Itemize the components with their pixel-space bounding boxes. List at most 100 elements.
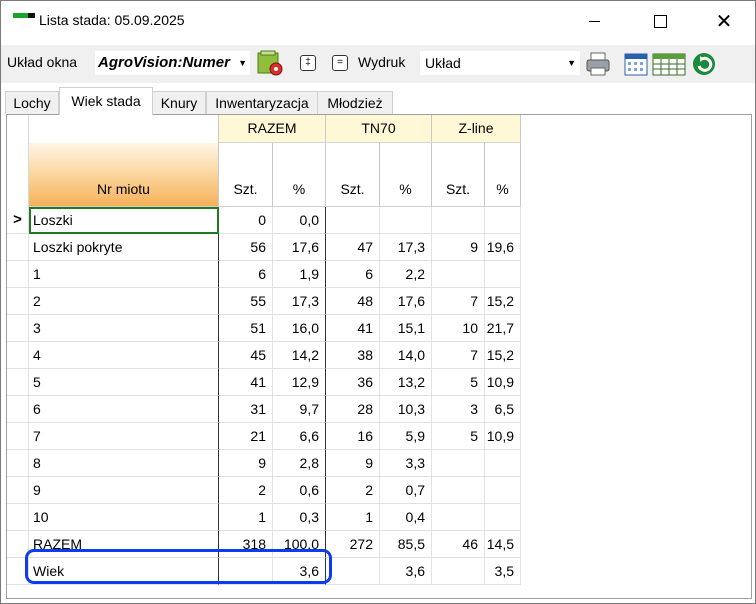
count-cell[interactable]: 48	[326, 288, 380, 315]
printer-icon[interactable]	[584, 50, 612, 78]
count-cell[interactable]: 7	[432, 342, 485, 369]
close-button[interactable]: ✕	[701, 6, 747, 36]
count-cell[interactable]: 7	[432, 288, 485, 315]
maximize-button[interactable]	[637, 6, 683, 36]
count-cell[interactable]: 41	[219, 369, 273, 396]
percent-cell[interactable]: 3,6	[380, 558, 432, 585]
table-grid-icon[interactable]	[652, 50, 686, 78]
count-cell[interactable]	[432, 207, 485, 234]
count-cell[interactable]: 3	[432, 396, 485, 423]
percent-cell[interactable]: 14,2	[273, 342, 326, 369]
row-label[interactable]: Loszki	[29, 207, 219, 234]
count-cell[interactable]: 38	[326, 342, 380, 369]
row-selector[interactable]: >	[7, 207, 29, 234]
percent-cell[interactable]: 15,2	[485, 288, 521, 315]
count-cell[interactable]: 45	[219, 342, 273, 369]
tab-mlodziez[interactable]: Młodzież	[317, 91, 393, 114]
percent-cell[interactable]: 17,6	[273, 234, 326, 261]
count-cell[interactable]	[432, 477, 485, 504]
row-label[interactable]: 5	[29, 369, 219, 396]
percent-cell[interactable]: 17,3	[273, 288, 326, 315]
count-cell[interactable]: 56	[219, 234, 273, 261]
count-cell[interactable]: 55	[219, 288, 273, 315]
row-selector[interactable]	[7, 261, 29, 288]
column-header-szt[interactable]: Szt.	[432, 143, 485, 207]
percent-cell[interactable]: 17,6	[380, 288, 432, 315]
row-selector[interactable]	[7, 450, 29, 477]
row-label[interactable]: 1	[29, 261, 219, 288]
count-cell[interactable]: 6	[219, 261, 273, 288]
percent-cell[interactable]: 10,3	[380, 396, 432, 423]
count-cell[interactable]: 6	[326, 261, 380, 288]
count-cell[interactable]: 9	[432, 234, 485, 261]
count-cell[interactable]: 47	[326, 234, 380, 261]
count-cell[interactable]: 1	[326, 504, 380, 531]
percent-cell[interactable]: 10,9	[485, 369, 521, 396]
tab-lochy[interactable]: Lochy	[5, 91, 59, 114]
percent-cell[interactable]: 17,3	[380, 234, 432, 261]
percent-cell[interactable]: 10,9	[485, 423, 521, 450]
percent-cell[interactable]: 16,0	[273, 315, 326, 342]
expand-icon[interactable]: ‡	[300, 55, 316, 71]
percent-cell[interactable]: 0,7	[380, 477, 432, 504]
row-selector[interactable]	[7, 396, 29, 423]
row-selector[interactable]	[7, 315, 29, 342]
percent-cell[interactable]: 2,8	[273, 450, 326, 477]
row-label[interactable]: 2	[29, 288, 219, 315]
count-cell[interactable]: 36	[326, 369, 380, 396]
settings-gear-icon[interactable]	[256, 49, 284, 77]
percent-cell[interactable]	[485, 504, 521, 531]
count-cell[interactable]: 9	[219, 450, 273, 477]
column-header-szt[interactable]: Szt.	[219, 143, 273, 207]
print-layout-select[interactable]: Układ ▼	[420, 51, 580, 75]
percent-cell[interactable]: 0,6	[273, 477, 326, 504]
percent-cell[interactable]: 2,2	[380, 261, 432, 288]
count-cell[interactable]	[432, 450, 485, 477]
count-cell[interactable]: 46	[432, 531, 485, 558]
count-cell[interactable]: 41	[326, 315, 380, 342]
tab-knury[interactable]: Knury	[152, 91, 206, 114]
percent-cell[interactable]: 14,0	[380, 342, 432, 369]
count-cell[interactable]: 5	[432, 369, 485, 396]
count-cell[interactable]: 16	[326, 423, 380, 450]
count-cell[interactable]: 9	[326, 450, 380, 477]
percent-cell[interactable]	[485, 450, 521, 477]
row-selector[interactable]	[7, 342, 29, 369]
count-cell[interactable]: 272	[326, 531, 380, 558]
percent-cell[interactable]: 12,9	[273, 369, 326, 396]
row-label[interactable]: 6	[29, 396, 219, 423]
count-cell[interactable]	[432, 558, 485, 585]
row-label[interactable]: 9	[29, 477, 219, 504]
herd-age-grid[interactable]: Nr miotu RAZEM TN70 Z-line Szt. % Szt. %…	[6, 114, 752, 599]
count-cell[interactable]: 5	[432, 423, 485, 450]
row-label[interactable]: 7	[29, 423, 219, 450]
collapse-icon[interactable]: =	[332, 55, 348, 71]
row-label[interactable]: 8	[29, 450, 219, 477]
column-header-percent[interactable]: %	[485, 143, 521, 207]
count-cell[interactable]	[326, 558, 380, 585]
percent-cell[interactable]: 3,3	[380, 450, 432, 477]
count-cell[interactable]: 0	[219, 207, 273, 234]
calendar-icon[interactable]	[622, 50, 650, 78]
percent-cell[interactable]: 3,5	[485, 558, 521, 585]
percent-cell[interactable]: 13,2	[380, 369, 432, 396]
row-selector[interactable]	[7, 234, 29, 261]
percent-cell[interactable]: 6,5	[485, 396, 521, 423]
percent-cell[interactable]: 14,5	[485, 531, 521, 558]
count-cell[interactable]: 51	[219, 315, 273, 342]
percent-cell[interactable]	[485, 207, 521, 234]
percent-cell[interactable]: 85,5	[380, 531, 432, 558]
percent-cell[interactable]	[485, 477, 521, 504]
percent-cell[interactable]	[485, 261, 521, 288]
count-cell[interactable]	[432, 504, 485, 531]
count-cell[interactable]: 2	[219, 477, 273, 504]
percent-cell[interactable]: 6,6	[273, 423, 326, 450]
row-selector[interactable]	[7, 477, 29, 504]
percent-cell[interactable]: 21,7	[485, 315, 521, 342]
refresh-icon[interactable]	[690, 50, 718, 78]
row-selector[interactable]	[7, 423, 29, 450]
column-header-percent[interactable]: %	[273, 143, 326, 207]
count-cell[interactable]: 10	[432, 315, 485, 342]
column-header-nr-miotu[interactable]: Nr miotu	[29, 143, 219, 207]
count-cell[interactable]	[432, 261, 485, 288]
